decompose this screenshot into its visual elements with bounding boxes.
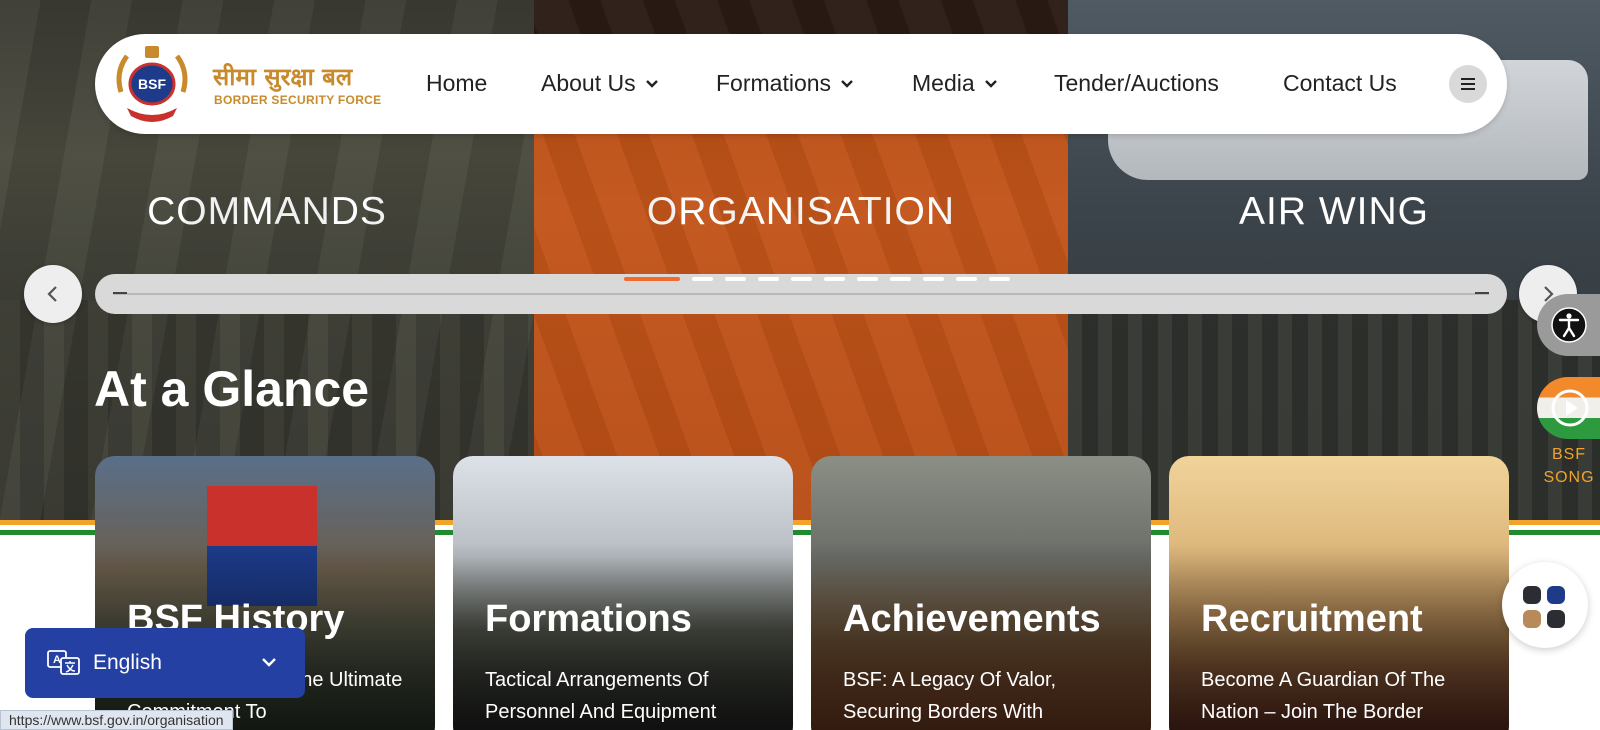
carousel-dot[interactable]	[791, 277, 812, 281]
scrollbar-start-marker	[113, 292, 127, 294]
panel-photo	[534, 0, 1068, 34]
nav-home-label: Home	[426, 70, 488, 96]
language-label: English	[93, 651, 162, 674]
chevron-down-icon	[984, 79, 997, 88]
nav-media[interactable]: Media	[912, 70, 999, 97]
hamburger-icon	[1461, 78, 1475, 90]
carousel-dot[interactable]	[989, 277, 1010, 281]
carousel-dot[interactable]	[956, 277, 977, 281]
glance-card-recruitment[interactable]: Recruitment Become A Guardian Of The Nat…	[1169, 456, 1509, 730]
apps-widget-button[interactable]	[1502, 562, 1588, 648]
org-name-english: BORDER SECURITY FORCE	[214, 93, 382, 107]
scrollbar-end-marker	[1475, 292, 1489, 294]
card-title: Achievements	[843, 598, 1101, 640]
carousel-dot[interactable]	[624, 277, 680, 281]
glance-card-achievements[interactable]: Achievements BSF: A Legacy Of Valor, Sec…	[811, 456, 1151, 730]
nav-media-label: Media	[912, 70, 975, 96]
navbar: BSF सीमा सुरक्षा बल BORDER SECURITY FORC…	[95, 34, 1507, 134]
scrollbar-track	[113, 293, 1489, 295]
menu-button[interactable]	[1449, 65, 1487, 103]
song-label-line1: BSF	[1551, 446, 1587, 463]
card-title: Recruitment	[1201, 598, 1423, 640]
language-selector[interactable]: A English	[25, 628, 305, 698]
bsf-logo[interactable]: BSF	[113, 42, 191, 126]
chevron-down-icon	[645, 79, 658, 88]
chevron-down-icon	[841, 79, 853, 88]
apps-grid-icon	[1523, 586, 1541, 604]
translate-icon: A	[47, 650, 80, 675]
card-title: Formations	[485, 598, 692, 640]
nav-tender-auctions-label: Tender/Auctions	[1054, 70, 1219, 96]
section-title-at-a-glance: At a Glance	[94, 361, 370, 417]
nav-about-us-label: About Us	[541, 70, 636, 96]
bsf-song-label[interactable]: BSF SONG	[1540, 443, 1598, 489]
accessibility-icon	[1551, 307, 1587, 343]
nav-formations[interactable]: Formations	[716, 70, 855, 97]
panel-title-commands: COMMANDS	[147, 190, 387, 233]
panel-title-air-wing: AIR WING	[1239, 190, 1429, 233]
org-name-hindi: सीमा सुरक्षा बल	[213, 62, 353, 91]
nav-formations-label: Formations	[716, 70, 832, 96]
card-description: Tactical Arrangements Of Personnel And E…	[485, 669, 717, 723]
carousel-prev-button[interactable]	[24, 265, 82, 323]
panel-title-organisation: ORGANISATION	[646, 190, 956, 233]
link-preview-url: https://www.bsf.gov.in/organisation	[0, 710, 233, 730]
logo-badge-text: BSF	[138, 76, 166, 92]
play-icon	[1551, 389, 1589, 427]
card-description: BSF: A Legacy Of Valor, Securing Borders…	[843, 669, 1057, 723]
nav-tender-auctions[interactable]: Tender/Auctions	[1054, 70, 1219, 97]
carousel-dot[interactable]	[857, 277, 878, 281]
chevron-down-icon	[262, 658, 276, 667]
accessibility-button[interactable]	[1537, 294, 1600, 356]
chevron-left-icon	[47, 286, 57, 302]
carousel-dot[interactable]	[725, 277, 746, 281]
glance-card-formations[interactable]: Formations Tactical Arrangements Of Pers…	[453, 456, 793, 730]
svg-text:A: A	[53, 654, 61, 666]
nav-home[interactable]: Home	[426, 70, 487, 97]
carousel-dot[interactable]	[890, 277, 911, 281]
song-label-line2: SONG	[1543, 469, 1595, 486]
carousel-dot[interactable]	[824, 277, 845, 281]
carousel-dot[interactable]	[758, 277, 779, 281]
nav-contact-us-label: Contact Us	[1283, 70, 1397, 96]
bsf-song-button[interactable]	[1537, 377, 1600, 439]
carousel-pagination	[624, 277, 1010, 281]
carousel-dot[interactable]	[692, 277, 713, 281]
nav-about-us[interactable]: About Us	[541, 70, 660, 97]
card-description: Become A Guardian Of The Nation – Join T…	[1201, 669, 1446, 723]
nav-contact-us[interactable]: Contact Us	[1283, 70, 1397, 97]
carousel-dot[interactable]	[923, 277, 944, 281]
